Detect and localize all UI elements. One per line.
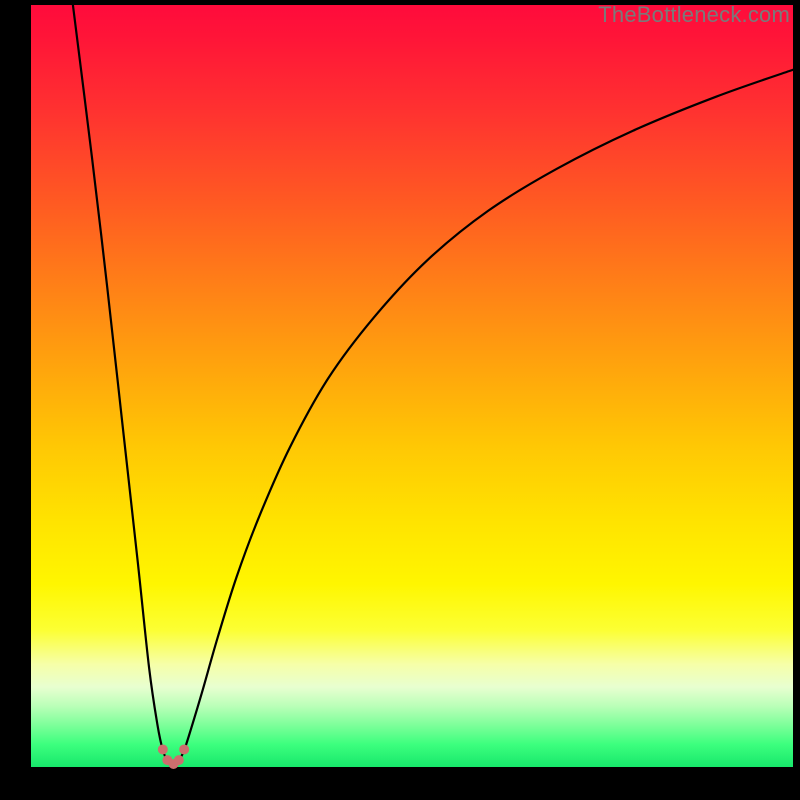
valley-marker	[158, 744, 168, 754]
curve-left-branch	[73, 5, 167, 761]
watermark-text: TheBottleneck.com	[598, 2, 790, 28]
valley-markers	[158, 744, 189, 768]
curve-path-group	[73, 5, 793, 761]
valley-marker	[179, 744, 189, 754]
chart-frame: TheBottleneck.com	[0, 0, 800, 800]
curve-svg	[31, 5, 793, 767]
curve-right-branch	[179, 70, 793, 761]
plot-area	[31, 5, 793, 767]
valley-marker	[174, 755, 184, 765]
